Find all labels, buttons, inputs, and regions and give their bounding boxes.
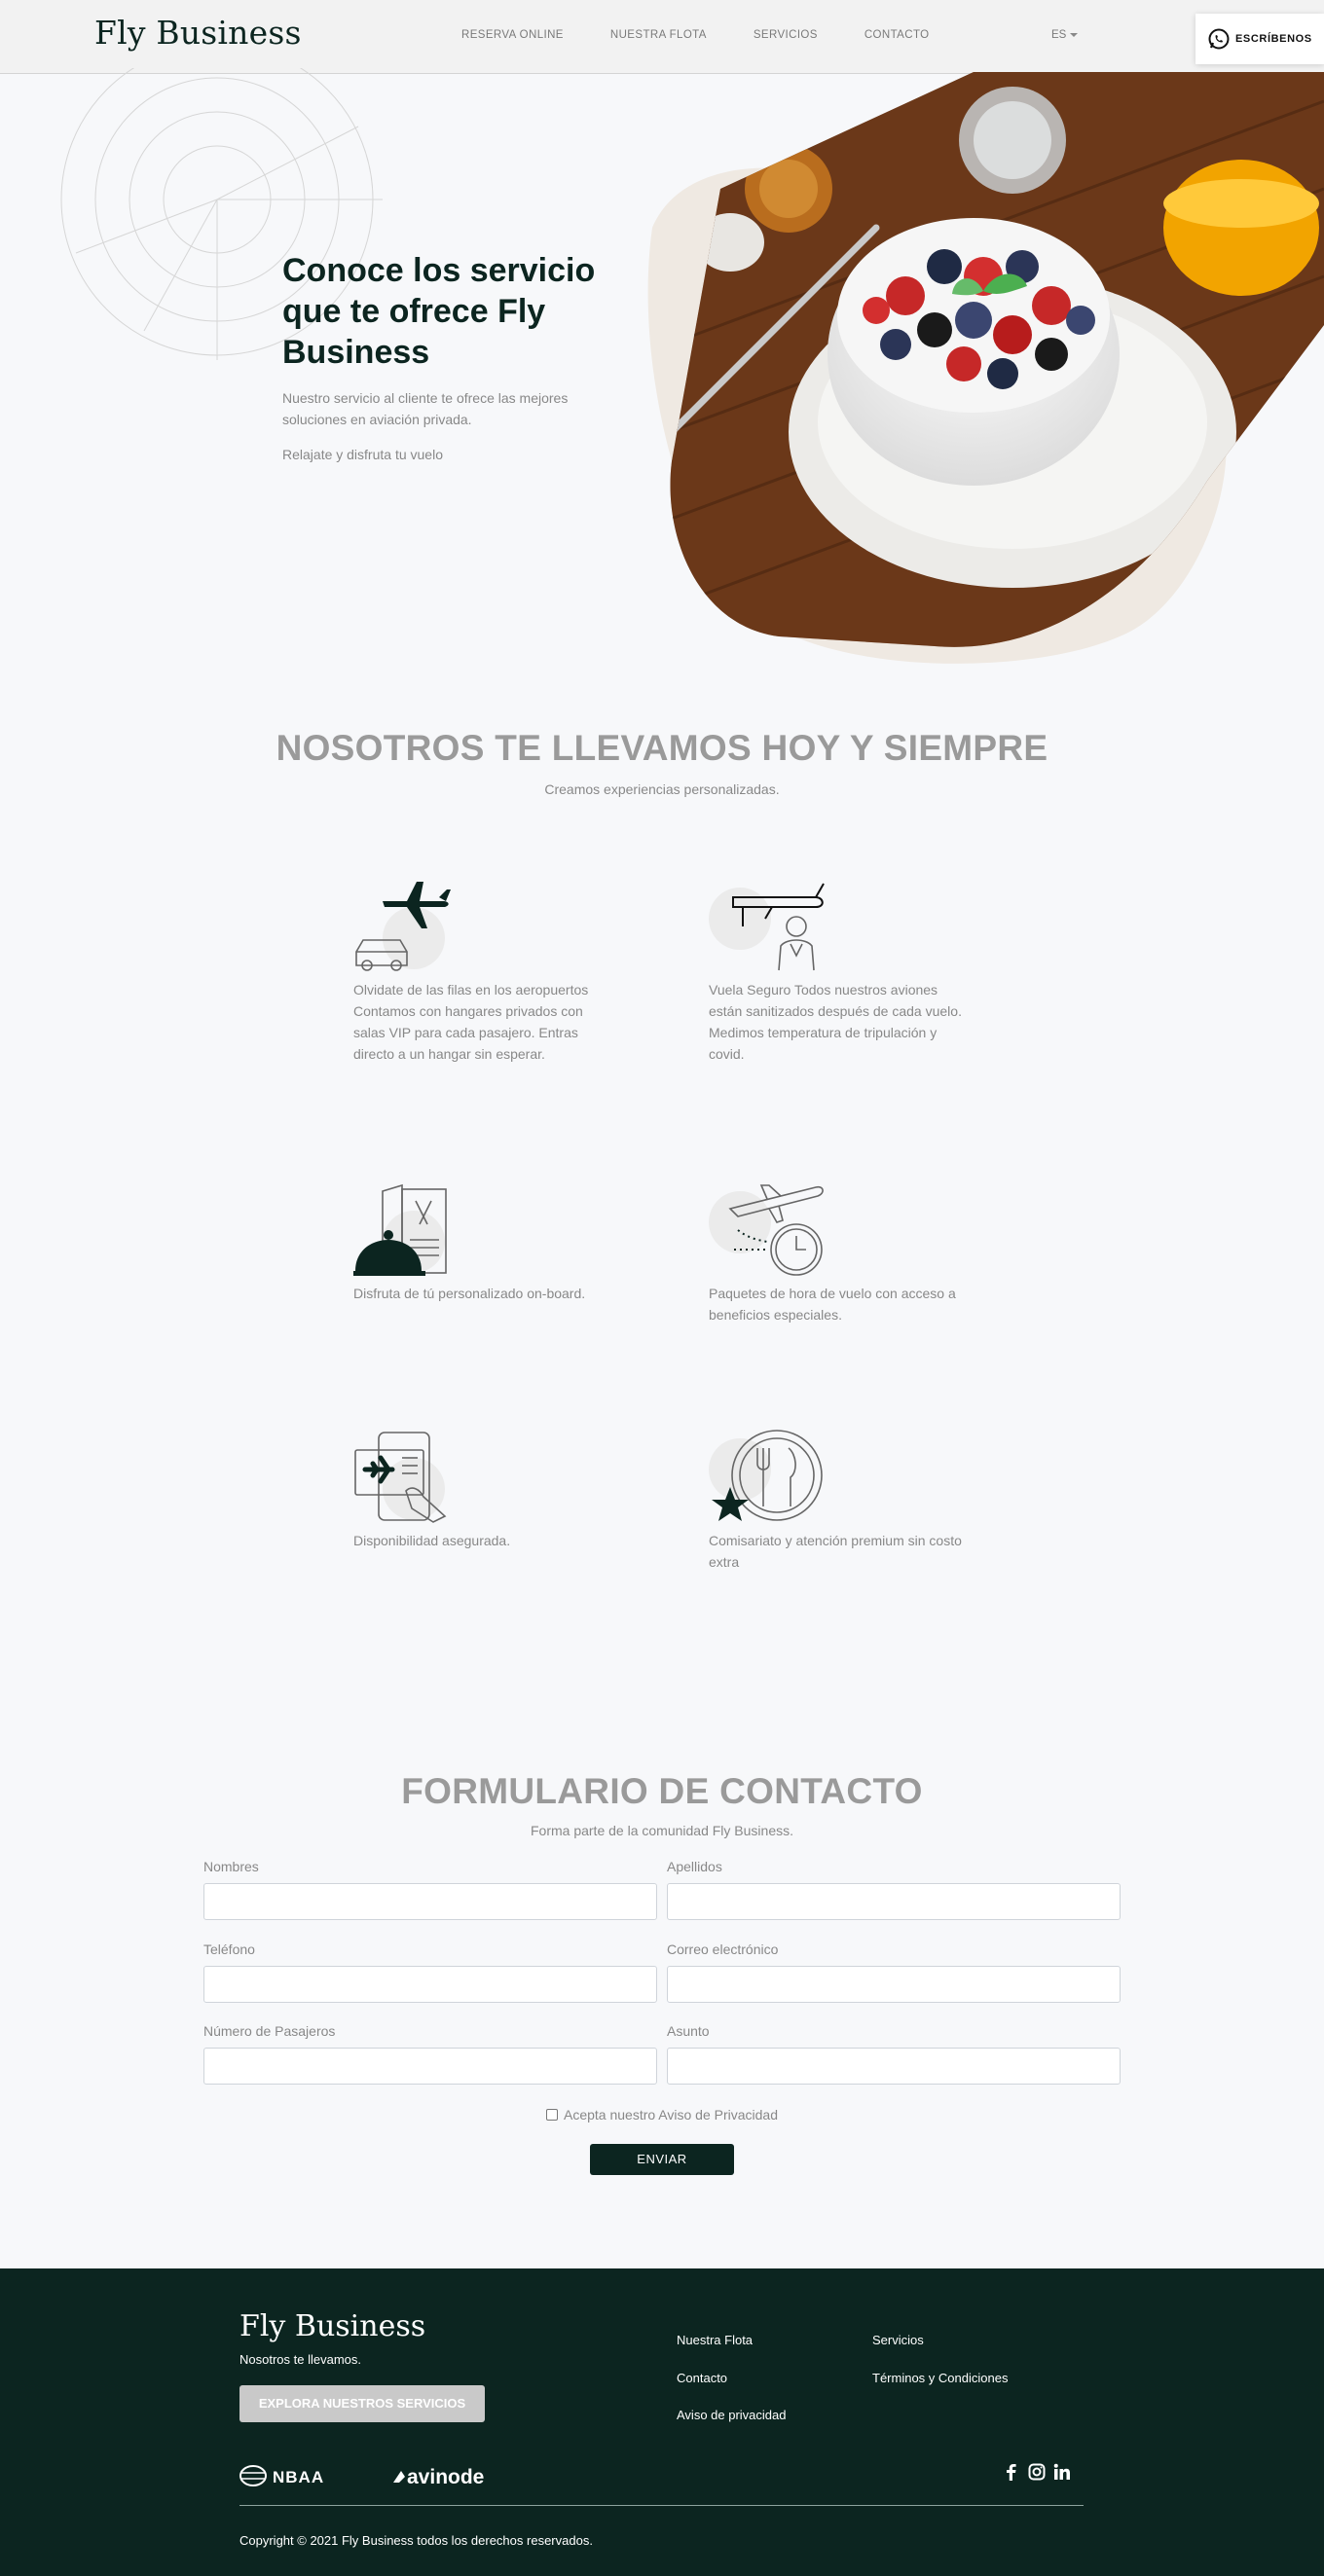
- privacy-checkbox[interactable]: [546, 2109, 558, 2121]
- hero-subtitle-2: Relajate y disfruta tu vuelo: [282, 447, 443, 462]
- services-title: NOSOTROS TE LLEVAMOS HOY Y SIEMPRE: [276, 728, 1048, 768]
- whatsapp-icon: [1208, 28, 1230, 50]
- instagram-icon[interactable]: [1028, 2463, 1046, 2481]
- field-label: Número de Pasajeros: [203, 2023, 336, 2039]
- pasajeros-input[interactable]: [203, 2048, 657, 2085]
- privacy-checkbox-row: Acepta nuestro Aviso de Privacidad: [0, 2107, 1324, 2122]
- services-subtitle: Creamos experiencias personalizadas.: [544, 781, 780, 797]
- nbaa-logo: NBAA: [239, 2465, 324, 2486]
- footer: Fly Business Nosotros te llevamos. EXPLO…: [0, 2268, 1324, 2576]
- field-label: Nombres: [203, 1859, 259, 1874]
- partner-logos: NBAA avinode: [239, 2463, 512, 2495]
- contact-title: FORMULARIO DE CONTACTO: [401, 1771, 923, 1811]
- field-pasajeros: Número de Pasajeros: [203, 2023, 657, 2085]
- footer-link-terminos[interactable]: Términos y Condiciones: [872, 2371, 1008, 2385]
- send-button[interactable]: ENVIAR: [590, 2144, 734, 2175]
- field-nombres: Nombres: [203, 1859, 657, 1920]
- service-card-premium: Comisariato y atención premium sin costo…: [709, 1429, 972, 1573]
- correo-input[interactable]: [667, 1966, 1121, 2003]
- svg-text:NBAA: NBAA: [273, 2468, 324, 2486]
- footer-link-contacto[interactable]: Contacto: [677, 2371, 727, 2385]
- hero-title: Conoce los servicio que te ofrece Fly Bu…: [282, 252, 596, 371]
- nav-link-flota[interactable]: NUESTRA FLOTA: [610, 29, 707, 41]
- service-card-safe: Vuela Seguro Todos nuestros aviones está…: [709, 878, 972, 1065]
- nav-link-servicios[interactable]: SERVICIOS: [754, 29, 818, 41]
- nav-link-reserva[interactable]: RESERVA ONLINE: [461, 29, 564, 41]
- whatsapp-button[interactable]: ESCRÍBENOS: [1195, 14, 1324, 64]
- nbaa-avinode-logos: NBAA avinode: [239, 2465, 484, 2488]
- social-links: [1003, 2463, 1071, 2481]
- service-card-onboard: Disfruta de tú personalizado on-board.: [353, 1181, 616, 1304]
- linkedin-icon[interactable]: [1053, 2463, 1071, 2481]
- hero-subtitle: Nuestro servicio al cliente te ofrece la…: [282, 390, 569, 427]
- service-card-hangar: Olvidate de las filas en los aeropuertos…: [353, 878, 616, 1065]
- booking-phone-icon: [354, 1432, 447, 1523]
- language-label: ES: [1051, 29, 1067, 41]
- nav-links: RESERVA ONLINE NUESTRA FLOTA SERVICIOS C…: [461, 29, 930, 41]
- plane-crew-icon: [732, 883, 825, 971]
- footer-copyright: Copyright © 2021 Fly Business todos los …: [239, 2533, 593, 2548]
- service-card-packages: Paquetes de hora de vuelo con acceso a b…: [709, 1181, 972, 1325]
- service-text: Disfruta de tú personalizado on-board.: [353, 1286, 586, 1301]
- plane-clock-icon: [728, 1184, 824, 1276]
- footer-link-aviso[interactable]: Aviso de privacidad: [677, 2408, 787, 2422]
- service-text: Paquetes de hora de vuelo con acceso a b…: [709, 1286, 956, 1323]
- field-apellidos: Apellidos: [667, 1859, 1121, 1920]
- footer-tagline: Nosotros te llevamos.: [239, 2352, 361, 2367]
- apellidos-input[interactable]: [667, 1883, 1121, 1920]
- chevron-down-icon: [1070, 32, 1079, 37]
- service-text: Vuela Seguro Todos nuestros aviones está…: [709, 982, 962, 1062]
- avinode-logo: avinode: [393, 2466, 484, 2488]
- language-dropdown[interactable]: ES: [1051, 29, 1079, 41]
- field-label: Asunto: [667, 2023, 710, 2039]
- field-label: Teléfono: [203, 1941, 255, 1957]
- whatsapp-label: ESCRÍBENOS: [1235, 33, 1312, 45]
- field-label: Apellidos: [667, 1859, 722, 1874]
- privacy-label[interactable]: Acepta nuestro Aviso de Privacidad: [564, 2107, 778, 2122]
- onboard-meal-icon: [353, 1183, 447, 1276]
- field-correo: Correo electrónico: [667, 1941, 1121, 2003]
- service-text: Olvidate de las filas en los aeropuertos…: [353, 982, 589, 1062]
- field-asunto: Asunto: [667, 2023, 1121, 2085]
- service-text: Disponibilidad asegurada.: [353, 1533, 511, 1548]
- explore-services-button[interactable]: EXPLORA NUESTROS SERVICIOS: [239, 2385, 485, 2422]
- footer-brand[interactable]: Fly Business: [239, 2309, 425, 2343]
- contact-subtitle: Forma parte de la comunidad Fly Business…: [530, 1823, 793, 1838]
- facebook-icon[interactable]: [1003, 2463, 1020, 2481]
- nav-link-contacto[interactable]: CONTACTO: [864, 29, 930, 41]
- svg-text:avinode: avinode: [407, 2466, 484, 2488]
- premium-dining-icon: [712, 1430, 823, 1521]
- service-card-availability: Disponibilidad asegurada.: [353, 1429, 616, 1551]
- hero-fruit-bowl-image: [647, 72, 1324, 664]
- field-label: Correo electrónico: [667, 1941, 779, 1957]
- plane-car-icon: [355, 882, 451, 971]
- footer-link-flota[interactable]: Nuestra Flota: [677, 2333, 753, 2347]
- navbar: Fly Business RESERVA ONLINE NUESTRA FLOT…: [0, 0, 1324, 74]
- service-text: Comisariato y atención premium sin costo…: [709, 1533, 962, 1570]
- telefono-input[interactable]: [203, 1966, 657, 2003]
- nombres-input[interactable]: [203, 1883, 657, 1920]
- asunto-input[interactable]: [667, 2048, 1121, 2085]
- field-telefono: Teléfono: [203, 1941, 657, 2003]
- footer-divider: [239, 2505, 1084, 2506]
- brand-logo[interactable]: Fly Business: [94, 14, 302, 52]
- footer-link-servicios[interactable]: Servicios: [872, 2333, 924, 2347]
